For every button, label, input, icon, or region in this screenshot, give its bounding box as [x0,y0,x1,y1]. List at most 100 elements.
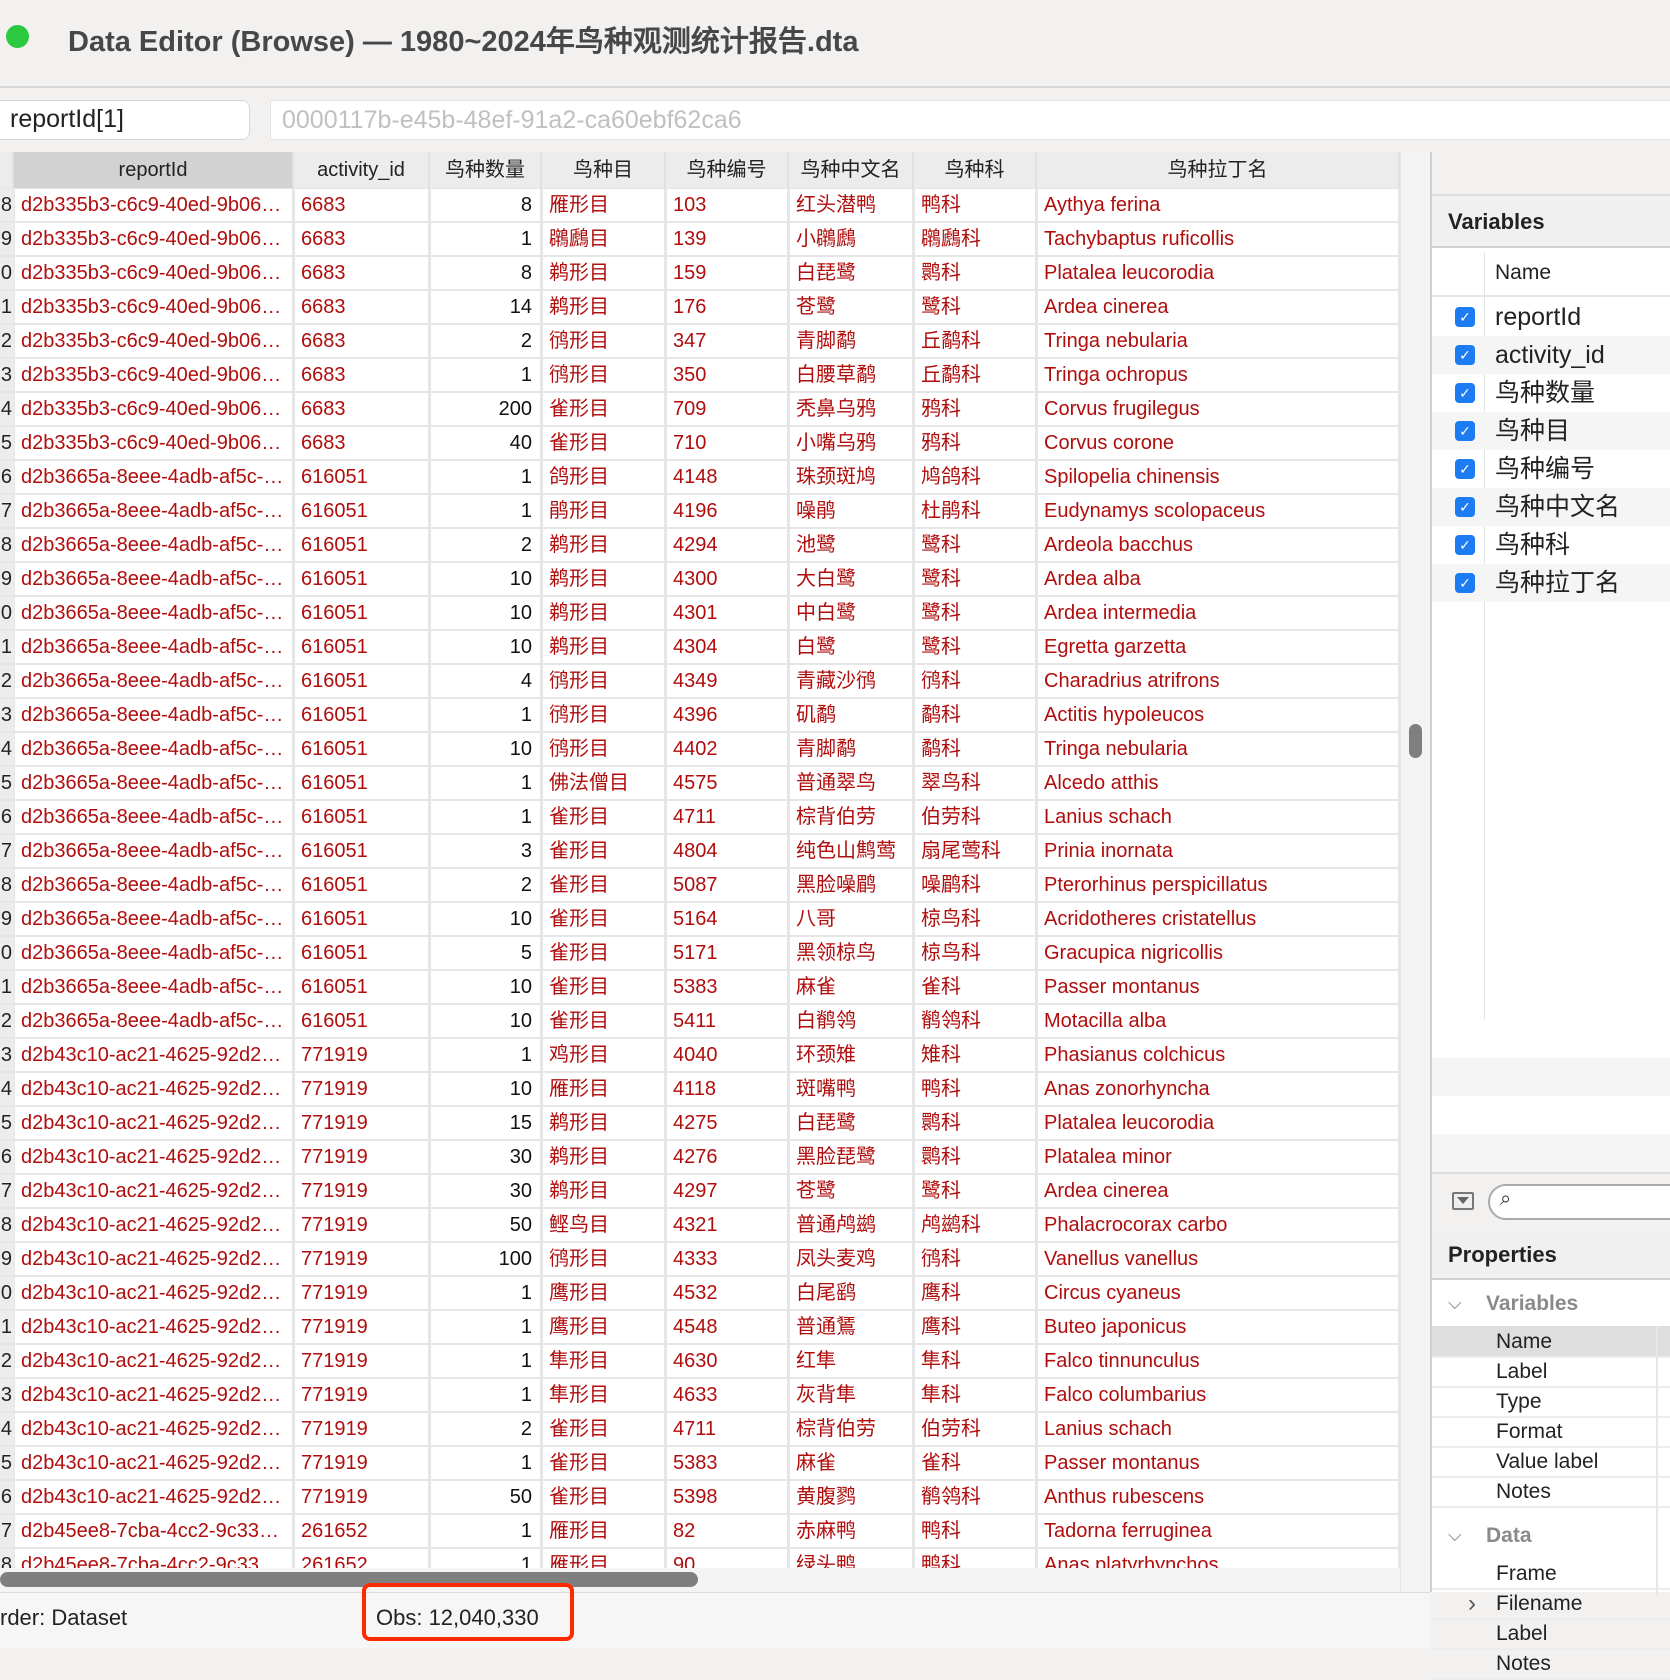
variable-item[interactable]: ✓ 鸟种拉丁名 [1432,564,1670,602]
family-cell[interactable]: 鹮科 [915,257,1035,289]
family-cell[interactable]: 伯劳科 [915,1413,1035,1445]
activity-id-cell[interactable]: 616051 [295,563,428,595]
count-cell[interactable]: 1 [431,801,540,833]
table-row[interactable]: 1 d2b43c10-ac21-4625-92d2… 771919 1 鹰形目 4548 普… [0,1311,1400,1345]
order-cell[interactable]: 雀形目 [543,1447,664,1479]
order-cell[interactable]: 鸽形目 [543,461,664,493]
activity-id-cell[interactable]: 616051 [295,597,428,629]
latin-name-cell[interactable]: Passer montanus [1038,1447,1398,1479]
chinese-name-cell[interactable]: 八哥 [790,903,912,935]
order-cell[interactable]: 雀形目 [543,427,664,459]
activity-id-cell[interactable]: 771919 [295,1209,428,1241]
chinese-name-cell[interactable]: 青脚鹬 [790,325,912,357]
chinese-name-cell[interactable]: 白腰草鹬 [790,359,912,391]
chinese-name-cell[interactable]: 凤头麦鸡 [790,1243,912,1275]
family-cell[interactable]: 鸭科 [915,1073,1035,1105]
latin-name-cell[interactable]: Platalea leucorodia [1038,257,1398,289]
latin-name-cell[interactable]: Corvus frugilegus [1038,393,1398,425]
chinese-name-cell[interactable]: 白琵鹭 [790,1107,912,1139]
order-cell[interactable]: 雀形目 [543,1413,664,1445]
code-cell[interactable]: 4040 [667,1039,787,1071]
family-cell[interactable]: 鸠鸽科 [915,461,1035,493]
variable-search-field[interactable]: ⌕ [1488,1184,1670,1220]
count-cell[interactable]: 2 [431,325,540,357]
variable-item[interactable]: ✓ 鸟种数量 [1432,374,1670,412]
activity-id-cell[interactable]: 771919 [295,1447,428,1479]
activity-id-cell[interactable]: 771919 [295,1141,428,1173]
latin-name-cell[interactable]: Alcedo atthis [1038,767,1398,799]
table-row[interactable]: 0 d2b3665a-8eee-4adb-af5c-… 616051 10 鹈形目 430… [0,597,1400,631]
checkbox-checked-icon[interactable]: ✓ [1455,459,1475,479]
property-row[interactable]: Value label [1432,1446,1670,1478]
chinese-name-cell[interactable]: 棕背伯劳 [790,801,912,833]
order-cell[interactable]: 雀形目 [543,1481,664,1513]
activity-id-cell[interactable]: 6683 [295,427,428,459]
reportid-cell[interactable]: d2b3665a-8eee-4adb-af5c-… [15,869,292,901]
reportid-cell[interactable]: d2b3665a-8eee-4adb-af5c-… [15,903,292,935]
activity-id-cell[interactable]: 6683 [295,223,428,255]
table-row[interactable]: 6 d2b43c10-ac21-4625-92d2… 771919 50 雀形目 5398… [0,1481,1400,1515]
variable-item[interactable]: ✓ 鸟种中文名 [1432,488,1670,526]
order-cell[interactable]: 鹰形目 [543,1277,664,1309]
latin-name-cell[interactable]: Falco tinnunculus [1038,1345,1398,1377]
code-cell[interactable]: 5087 [667,869,787,901]
order-cell[interactable]: 雀形目 [543,937,664,969]
count-cell[interactable]: 10 [431,971,540,1003]
code-cell[interactable]: 710 [667,427,787,459]
chinese-name-cell[interactable]: 赤麻鸭 [790,1515,912,1547]
code-cell[interactable]: 4804 [667,835,787,867]
table-row[interactable]: 6 d2b43c10-ac21-4625-92d2… 771919 30 鹈形目 4276… [0,1141,1400,1175]
code-cell[interactable]: 4630 [667,1345,787,1377]
count-cell[interactable]: 1 [431,1447,540,1479]
chinese-name-cell[interactable]: 斑嘴鸭 [790,1073,912,1105]
chinese-name-cell[interactable]: 噪鹃 [790,495,912,527]
family-cell[interactable]: 鹡鸰科 [915,1481,1035,1513]
order-cell[interactable]: 雀形目 [543,393,664,425]
table-row[interactable]: 6 d2b3665a-8eee-4adb-af5c-… 616051 1 雀形目 4711… [0,801,1400,835]
reportid-cell[interactable]: d2b43c10-ac21-4625-92d2… [15,1039,292,1071]
table-row[interactable]: 3 d2b335b3-c6c9-40ed-9b06… 6683 1 鸻形目 350 白腰草鹬… [0,359,1400,393]
reportid-cell[interactable]: d2b43c10-ac21-4625-92d2… [15,1447,292,1479]
table-row[interactable]: 6 d2b3665a-8eee-4adb-af5c-… 616051 1 鸽形目 4148… [0,461,1400,495]
order-cell[interactable]: 鸻形目 [543,1243,664,1275]
activity-id-cell[interactable]: 771919 [295,1481,428,1513]
latin-name-cell[interactable]: Prinia inornata [1038,835,1398,867]
latin-name-cell[interactable]: Ardea intermedia [1038,597,1398,629]
table-row[interactable]: 2 d2b335b3-c6c9-40ed-9b06… 6683 2 鸻形目 347 青脚鹬丘… [0,325,1400,359]
activity-id-cell[interactable]: 6683 [295,189,428,221]
code-cell[interactable]: 4297 [667,1175,787,1207]
reportid-cell[interactable]: d2b3665a-8eee-4adb-af5c-… [15,597,292,629]
code-cell[interactable]: 4304 [667,631,787,663]
reportid-cell[interactable]: d2b43c10-ac21-4625-92d2… [15,1345,292,1377]
family-cell[interactable]: 鹭科 [915,1175,1035,1207]
code-cell[interactable]: 709 [667,393,787,425]
variable-name-field[interactable]: reportId[1] [0,100,250,140]
window-control-icon[interactable] [6,25,29,48]
property-row[interactable]: Notes [1432,1476,1670,1508]
count-cell[interactable]: 4 [431,665,540,697]
reportid-cell[interactable]: d2b335b3-c6c9-40ed-9b06… [15,427,292,459]
latin-name-cell[interactable]: Tadorna ferruginea [1038,1515,1398,1547]
code-cell[interactable]: 159 [667,257,787,289]
reportid-cell[interactable]: d2b3665a-8eee-4adb-af5c-… [15,801,292,833]
reportid-cell[interactable]: d2b3665a-8eee-4adb-af5c-… [15,767,292,799]
code-cell[interactable]: 4300 [667,563,787,595]
table-row[interactable]: 9 d2b43c10-ac21-4625-92d2… 771919 100 鸻形目 433… [0,1243,1400,1277]
count-cell[interactable]: 30 [431,1175,540,1207]
order-cell[interactable]: 雀形目 [543,903,664,935]
order-cell[interactable]: 鸻形目 [543,325,664,357]
order-cell[interactable]: 鹈形目 [543,529,664,561]
code-cell[interactable]: 350 [667,359,787,391]
family-cell[interactable]: 鹭科 [915,529,1035,561]
family-cell[interactable]: 椋鸟科 [915,937,1035,969]
order-cell[interactable]: 鹈形目 [543,1175,664,1207]
order-cell[interactable]: 隼形目 [543,1345,664,1377]
checkbox-checked-icon[interactable]: ✓ [1455,573,1475,593]
chinese-name-cell[interactable]: 白鹭 [790,631,912,663]
activity-id-cell[interactable]: 616051 [295,733,428,765]
order-cell[interactable]: 鸻形目 [543,733,664,765]
chinese-name-cell[interactable]: 中白鹭 [790,597,912,629]
chinese-name-cell[interactable]: 灰背隼 [790,1379,912,1411]
count-cell[interactable]: 1 [431,1345,540,1377]
latin-name-cell[interactable]: Aythya ferina [1038,189,1398,221]
